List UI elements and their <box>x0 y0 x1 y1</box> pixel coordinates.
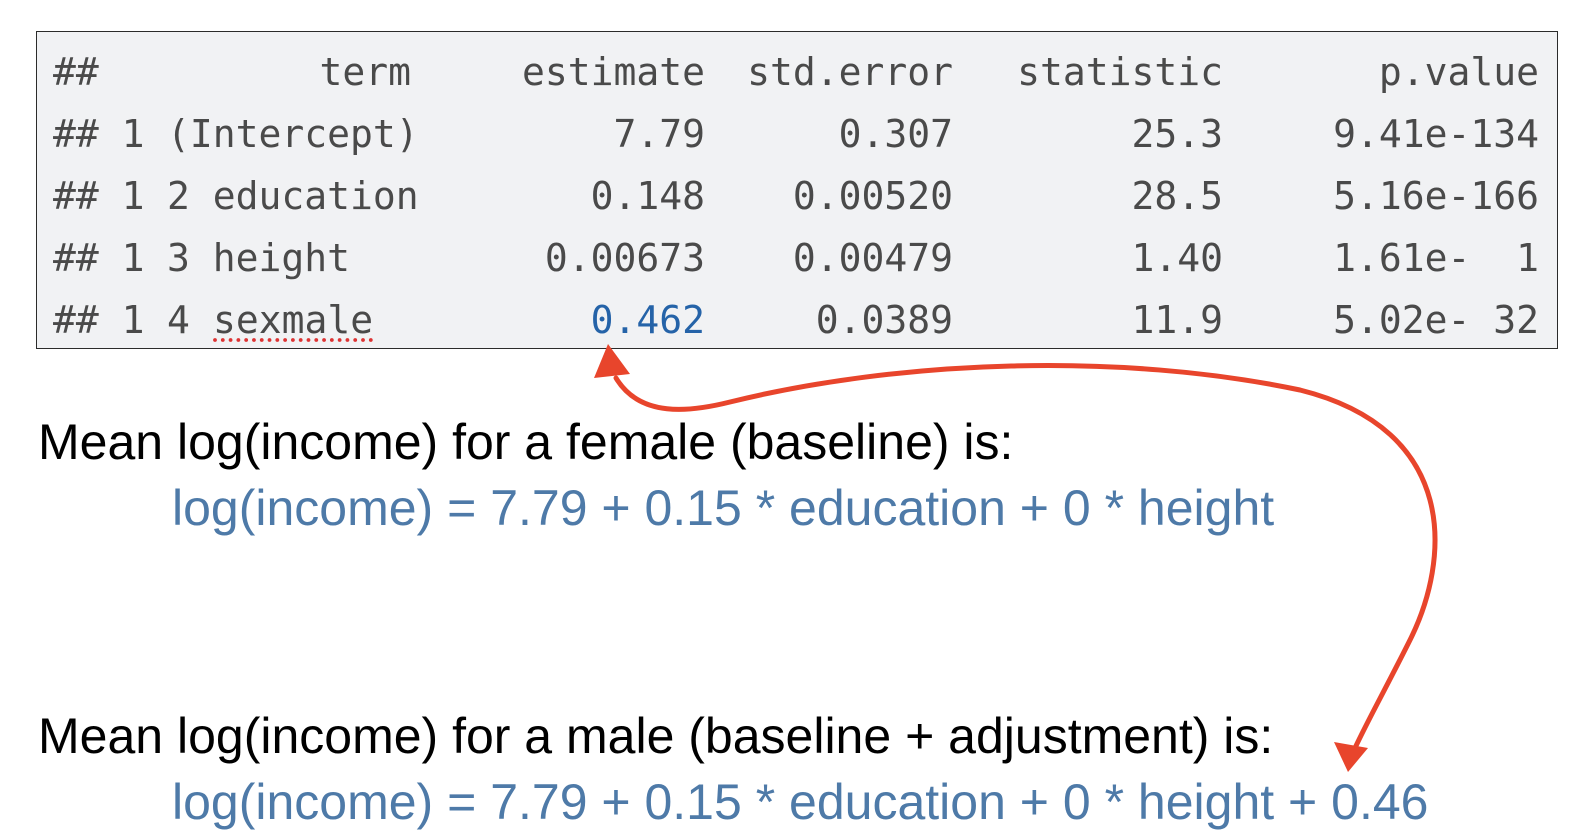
row-p-value: 9.41e-134 <box>1333 112 1539 156</box>
header-estimate: estimate <box>521 50 705 94</box>
table-header-row: ## term estimate std.error statistic p.v… <box>37 40 1557 102</box>
row-std-error: 0.307 <box>838 112 953 156</box>
row-statistic: 25.3 <box>1131 112 1223 156</box>
row-term: 3 height <box>167 236 351 280</box>
row-term-number: 4 <box>167 298 213 342</box>
row-p-value: 5.02e- 32 <box>1333 298 1539 342</box>
row-statistic: 11.9 <box>1131 298 1223 342</box>
row-term-sexmale: sexmale <box>213 298 374 342</box>
row-prefix: ## 1 <box>53 298 145 342</box>
row-term: (Intercept) <box>167 112 419 156</box>
header-hash: ## <box>53 50 99 94</box>
row-std-error: 0.00479 <box>792 236 953 280</box>
header-p-value: p.value <box>1378 50 1539 94</box>
row-statistic: 28.5 <box>1131 174 1223 218</box>
row-statistic: 1.40 <box>1131 236 1223 280</box>
row-p-value: 1.61e- 1 <box>1333 236 1539 280</box>
header-statistic: statistic <box>1017 50 1223 94</box>
row-prefix: ## 1 <box>53 174 145 218</box>
table-row: ## 1 4 sexmale 0.462 0.0389 11.9 5.02e- … <box>37 288 1557 350</box>
row-p-value: 5.16e-166 <box>1333 174 1539 218</box>
row-estimate: 7.79 <box>613 112 705 156</box>
female-formula: log(income) = 7.79 + 0.15 * education + … <box>172 480 1275 536</box>
table-row: ## 1 3 height 0.00673 0.00479 1.40 1.61e… <box>37 226 1557 288</box>
header-term: term <box>319 50 411 94</box>
row-estimate: 0.148 <box>590 174 705 218</box>
table-row: ## 1 (Intercept) 7.79 0.307 25.3 9.41e-1… <box>37 102 1557 164</box>
row-estimate-highlighted: 0.462 <box>590 298 705 342</box>
male-label: Mean log(income) for a male (baseline + … <box>38 708 1274 764</box>
arrow-head-bottom <box>1334 742 1368 772</box>
row-prefix: ## 1 <box>53 236 145 280</box>
row-std-error: 0.00520 <box>792 174 953 218</box>
table-row: ## 1 2 education 0.148 0.00520 28.5 5.16… <box>37 164 1557 226</box>
row-estimate: 0.00673 <box>544 236 705 280</box>
row-term: 2 education <box>167 174 419 218</box>
row-prefix: ## 1 <box>53 112 145 156</box>
row-std-error: 0.0389 <box>815 298 953 342</box>
female-label: Mean log(income) for a female (baseline)… <box>38 414 1014 470</box>
header-std-error: std.error <box>747 50 953 94</box>
male-formula: log(income) = 7.79 + 0.15 * education + … <box>172 774 1429 830</box>
regression-output-table: ## term estimate std.error statistic p.v… <box>36 31 1558 349</box>
